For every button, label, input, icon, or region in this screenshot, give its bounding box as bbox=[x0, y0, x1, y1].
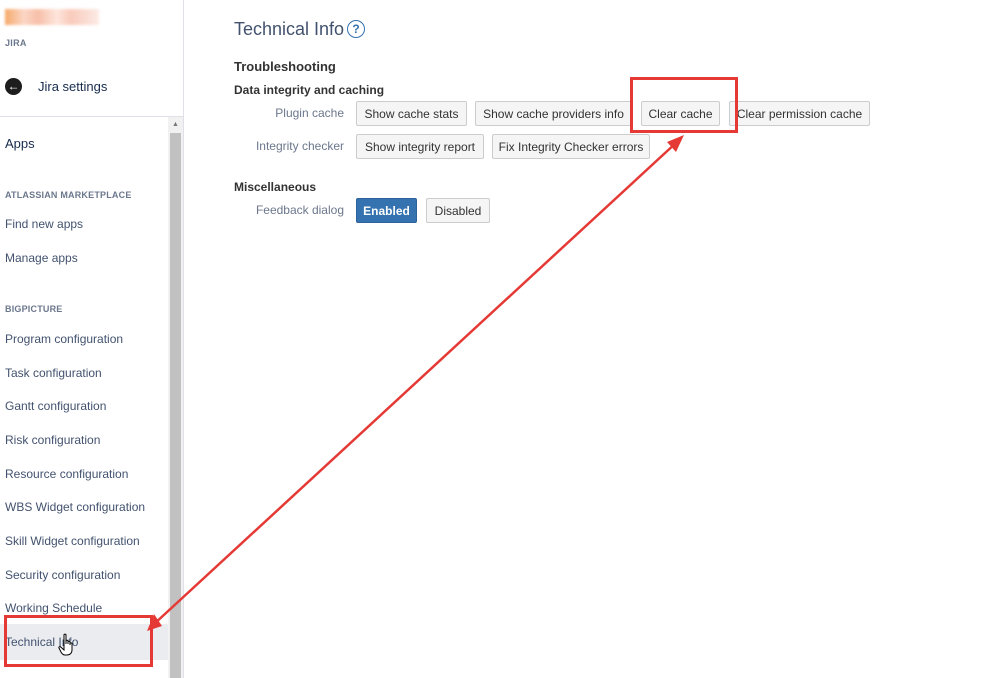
clear-cache-button[interactable]: Clear cache bbox=[641, 101, 720, 126]
fix-integrity-checker-errors-button[interactable]: Fix Integrity Checker errors bbox=[492, 134, 650, 159]
show-cache-stats-button[interactable]: Show cache stats bbox=[356, 101, 467, 126]
sidebar-item-risk-configuration[interactable]: Risk configuration bbox=[0, 425, 168, 455]
troubleshooting-heading: Troubleshooting bbox=[234, 59, 336, 74]
sidebar-item-find-new-apps[interactable]: Find new apps bbox=[0, 209, 168, 239]
back-to-jira-settings[interactable]: ← Jira settings bbox=[5, 74, 180, 98]
clear-permission-cache-button[interactable]: Clear permission cache bbox=[729, 101, 870, 126]
main-content: Technical Info ? Troubleshooting Data in… bbox=[184, 0, 999, 678]
plugin-cache-label: Plugin cache bbox=[275, 106, 344, 120]
sidebar-item-task-configuration[interactable]: Task configuration bbox=[0, 358, 168, 388]
scrollbar-thumb[interactable] bbox=[170, 133, 181, 678]
hand-cursor-icon bbox=[58, 633, 73, 656]
miscellaneous-heading: Miscellaneous bbox=[234, 180, 317, 194]
sidebar-item-wbs-widget-configuration[interactable]: WBS Widget configuration bbox=[0, 492, 168, 522]
sidebar-item-resource-configuration[interactable]: Resource configuration bbox=[0, 459, 168, 489]
sidebar-item-manage-apps[interactable]: Manage apps bbox=[0, 243, 168, 273]
page-title: Technical Info bbox=[234, 19, 345, 39]
feedback-disabled-button[interactable]: Disabled bbox=[426, 198, 490, 223]
show-integrity-report-button[interactable]: Show integrity report bbox=[356, 134, 484, 159]
section-bigpicture: BIGPICTURE bbox=[5, 304, 63, 314]
sidebar-item-gantt-configuration[interactable]: Gantt configuration bbox=[0, 391, 168, 421]
back-label: Jira settings bbox=[38, 78, 108, 94]
help-icon[interactable]: ? bbox=[347, 20, 365, 38]
sidebar-scrollbar[interactable]: ▲ bbox=[168, 117, 183, 678]
feedback-dialog-label: Feedback dialog bbox=[255, 203, 344, 217]
feedback-enabled-button[interactable]: Enabled bbox=[356, 198, 417, 223]
sidebar-item-security-configuration[interactable]: Security configuration bbox=[0, 560, 168, 590]
sidebar-nav: Apps ATLASSIAN MARKETPLACE Find new apps… bbox=[0, 117, 168, 678]
nav-title-apps: Apps bbox=[5, 136, 35, 151]
blurred-logo bbox=[5, 9, 99, 25]
sidebar-item-technical-info[interactable]: Technical Info bbox=[0, 624, 168, 660]
arrow-left-icon: ← bbox=[5, 77, 22, 95]
sidebar-item-skill-widget-configuration[interactable]: Skill Widget configuration bbox=[0, 526, 168, 556]
integrity-checker-label: Integrity checker bbox=[255, 139, 344, 153]
data-integrity-heading: Data integrity and caching bbox=[234, 83, 385, 97]
show-cache-providers-info-button[interactable]: Show cache providers info bbox=[475, 101, 632, 126]
app-label: JIRA bbox=[5, 38, 27, 48]
sidebar-item-program-configuration[interactable]: Program configuration bbox=[0, 324, 168, 354]
scroll-up-arrow-icon[interactable]: ▲ bbox=[168, 117, 183, 131]
sidebar: JIRA ← Jira settings Apps ATLASSIAN MARK… bbox=[0, 0, 184, 678]
section-atlassian-marketplace: ATLASSIAN MARKETPLACE bbox=[5, 190, 132, 200]
sidebar-item-working-schedule[interactable]: Working Schedule bbox=[0, 593, 168, 623]
